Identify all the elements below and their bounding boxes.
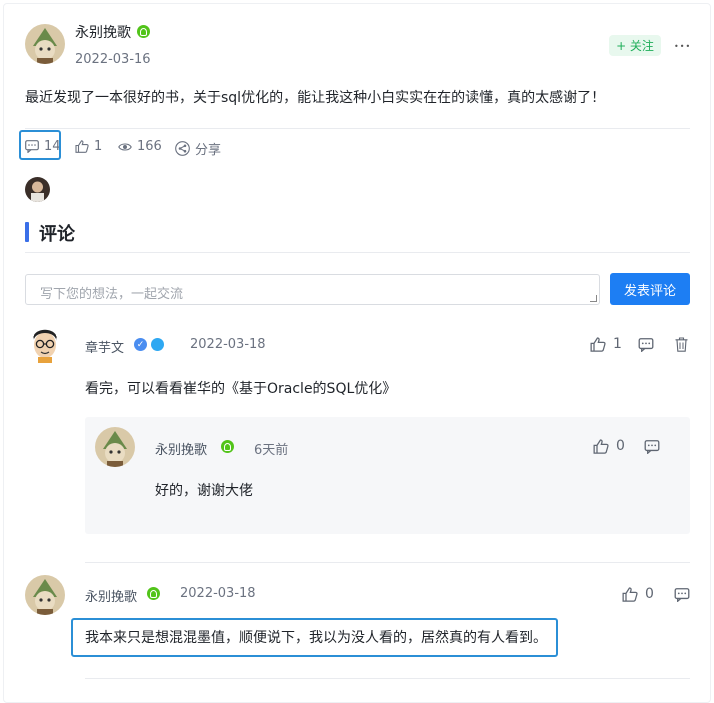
comment-date: 2022-03-18 [190, 337, 266, 352]
thumbs-up-icon [590, 336, 606, 352]
level-badge-icon [151, 338, 164, 351]
share-label: 分享 [195, 143, 222, 158]
reply-author-avatar[interactable] [95, 427, 135, 467]
share-button[interactable]: 分享 [175, 139, 221, 158]
verified-icon: ✓ [134, 338, 147, 351]
divider [85, 562, 690, 563]
reply-author-name[interactable]: 永别挽歌 [155, 439, 207, 458]
post-content: 最近发现了一本很好的书，关于sql优化的，能让我这种小白实实在在的读懂，真的太感… [25, 90, 606, 106]
post-date: 2022-03-16 [75, 52, 151, 67]
reply-date: 6天前 [254, 443, 289, 458]
comments-title: 评论 [39, 224, 75, 245]
section-accent-bar [25, 222, 29, 242]
reply-icon[interactable] [644, 440, 660, 454]
reply-content: 好的，谢谢大佬 [155, 483, 253, 499]
reply-like-count: 0 [616, 438, 625, 454]
like-count-value: 1 [94, 139, 103, 154]
thumbs-up-icon [75, 140, 89, 153]
commenter-name[interactable]: 章芋文 [85, 337, 124, 356]
author-badge-icon [137, 25, 150, 38]
submit-comment-button[interactable]: 发表评论 [610, 273, 690, 305]
commenter-name[interactable]: 永别挽歌 [85, 586, 137, 605]
comment-input[interactable]: 写下您的想法，一起交流 [25, 274, 600, 305]
share-icon [175, 141, 190, 156]
comment-like-count: 0 [645, 586, 654, 602]
view-count-value: 166 [137, 139, 162, 154]
author-badge-icon [221, 440, 234, 453]
eye-icon [118, 142, 132, 151]
comment-like-count: 1 [613, 336, 622, 352]
author-avatar[interactable] [25, 24, 65, 64]
commenter-avatar[interactable] [25, 323, 65, 363]
thumbs-up-icon [622, 586, 638, 602]
commenter-avatar[interactable] [25, 575, 65, 615]
comment-content: 我本来只是想混混墨值，顺便说下，我以为没人看的，居然真的有人看到。 [85, 630, 547, 646]
comment-date: 2022-03-18 [180, 586, 256, 601]
resize-handle-icon[interactable] [590, 295, 597, 302]
comment-content: 看完，可以看看崔华的《基于Oracle的SQL优化》 [85, 381, 397, 397]
divider [85, 678, 690, 679]
reply-container [85, 417, 690, 534]
author-badge-icon [147, 587, 160, 600]
thumbs-up-icon [593, 438, 609, 454]
view-count: 166 [118, 139, 162, 154]
follow-button[interactable]: + 关注 [609, 35, 661, 56]
liker-avatar[interactable] [25, 177, 50, 202]
divider [25, 252, 690, 253]
reply-icon[interactable] [674, 588, 690, 602]
reply-icon[interactable] [638, 338, 654, 352]
reply-like-button[interactable]: 0 [593, 438, 625, 454]
article-page: 永别挽歌 2022-03-16 + 关注 ••• 最近发现了一本很好的书，关于s… [0, 0, 714, 703]
comment-count-highlight [19, 130, 61, 160]
like-count[interactable]: 1 [75, 139, 102, 154]
divider [25, 128, 690, 129]
comment-like-button[interactable]: 1 [590, 336, 622, 352]
more-options-icon[interactable]: ••• [674, 42, 691, 51]
comment-like-button[interactable]: 0 [622, 586, 654, 602]
comment-input-placeholder: 写下您的想法，一起交流 [40, 287, 184, 302]
delete-icon[interactable] [675, 337, 688, 352]
author-name[interactable]: 永别挽歌 [75, 22, 131, 42]
